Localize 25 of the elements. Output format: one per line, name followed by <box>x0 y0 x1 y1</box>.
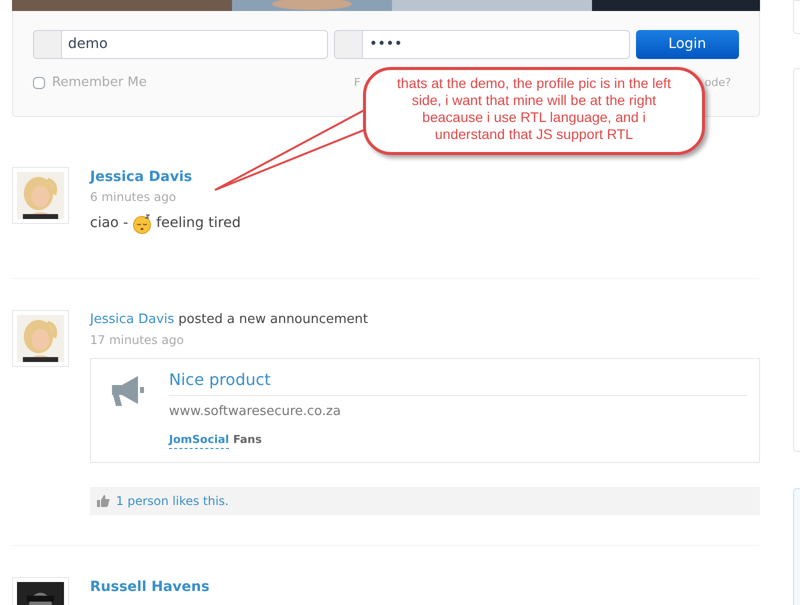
sidebar-card <box>793 0 800 34</box>
remember-label: Remember Me <box>52 74 147 92</box>
remember-checkbox[interactable] <box>33 77 45 89</box>
group-suffix: Fans <box>233 432 262 448</box>
post-time: 17 minutes ago <box>90 332 185 349</box>
likes-link[interactable]: 1 person likes this. <box>116 492 229 510</box>
forgot-link[interactable]: ode? <box>704 74 731 92</box>
field-addon <box>334 30 364 59</box>
password-field[interactable]: •••• <box>363 30 630 59</box>
login-button[interactable]: Login <box>636 30 739 59</box>
status-text: ciao - <box>90 214 128 233</box>
thumbs-up-icon <box>97 495 110 507</box>
sleepy-face-icon <box>132 214 152 234</box>
group-link[interactable]: JomSocial <box>169 432 230 449</box>
field-addon <box>33 30 62 59</box>
author-link[interactable]: Jessica Davis <box>90 167 760 187</box>
status-text: feeling tired <box>156 214 241 233</box>
announcement-body: www.softwaresecure.co.za <box>169 403 342 421</box>
announcement-title[interactable]: Nice product <box>169 369 747 396</box>
activity-text: Jessica Davis posted a new announcement <box>90 311 370 329</box>
username-field[interactable]: demo <box>62 30 328 59</box>
author-link[interactable]: Jessica Davis <box>90 312 174 327</box>
post-time: 6 minutes ago <box>90 189 178 206</box>
forgot-link[interactable]: F <box>354 74 360 92</box>
author-link[interactable]: Russell Havens <box>90 577 760 597</box>
